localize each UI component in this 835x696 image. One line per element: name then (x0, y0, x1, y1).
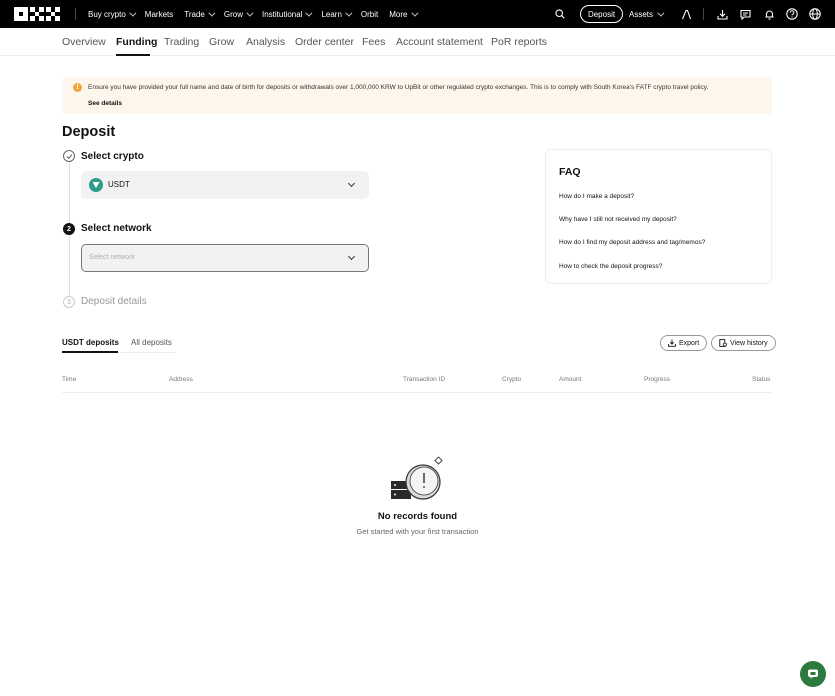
history-document-icon (719, 339, 727, 347)
empty-state-subtitle: Get started with your first transaction (356, 527, 479, 536)
nav-divider (75, 8, 76, 20)
tab-divider (118, 352, 176, 353)
active-tab-indicator (116, 54, 150, 56)
assets-label: Assets (629, 9, 654, 19)
nav-label: Markets (144, 9, 174, 19)
nav-label: More (389, 9, 408, 19)
chevron-down-icon (657, 9, 665, 17)
download-icon[interactable] (714, 0, 730, 28)
nav-label: Trade (184, 9, 205, 19)
column-time: Time (62, 376, 77, 383)
nav-trade[interactable]: Trade (184, 9, 216, 19)
view-history-button[interactable]: View history (711, 335, 776, 351)
table-header-divider (62, 392, 772, 393)
empty-records-illustration (391, 456, 443, 500)
column-crypto: Crypto (502, 376, 522, 383)
export-button[interactable]: Export (660, 335, 708, 351)
view-history-label: View history (730, 339, 768, 347)
step-connector (68, 235, 70, 296)
nav-orbit[interactable]: Orbit (361, 10, 378, 19)
profile-icon[interactable] (678, 0, 694, 28)
nav-label: Orbit (360, 9, 379, 19)
selected-crypto: USDT (108, 180, 130, 189)
travel-rule-notice: ! Ensure you have provided your full nam… (62, 77, 772, 114)
page-title: Deposit (62, 124, 116, 140)
deposit-button[interactable]: Deposit (580, 5, 623, 23)
tab-account-statement[interactable]: Account statement (396, 36, 483, 48)
tab-fees[interactable]: Fees (362, 36, 385, 48)
okx-logo[interactable] (14, 7, 60, 21)
active-tab-indicator (62, 351, 118, 353)
search-icon[interactable] (552, 0, 568, 28)
chevron-down-icon (129, 9, 137, 17)
nav-more[interactable]: More (389, 9, 418, 19)
message-icon[interactable] (737, 0, 753, 28)
step-number: 2 (63, 223, 75, 235)
tab-overview[interactable]: Overview (62, 36, 106, 48)
network-select[interactable]: Select network (81, 244, 369, 272)
nav-label: Institutional (261, 9, 303, 19)
nav-label: Grow (223, 9, 243, 19)
step-label-deposit-details: Deposit details (81, 296, 147, 307)
step-label-select-crypto: Select crypto (81, 151, 144, 162)
step-label-select-network: Select network (81, 223, 152, 234)
chevron-down-icon (345, 9, 353, 17)
tab-analysis[interactable]: Analysis (246, 36, 285, 48)
step-connector (68, 162, 70, 223)
bell-icon[interactable] (761, 0, 777, 28)
tab-por-reports[interactable]: PoR reports (491, 36, 547, 48)
tab-usdt-deposits[interactable]: USDT deposits (62, 338, 119, 347)
nav-buy-crypto[interactable]: Buy crypto (88, 9, 137, 19)
globe-icon[interactable] (807, 0, 823, 28)
chevron-down-icon (347, 252, 356, 261)
account-subnav: Overview Funding Trading Grow Analysis O… (0, 28, 835, 56)
nav-markets[interactable]: Markets (145, 10, 173, 19)
nav-divider (703, 8, 704, 20)
chevron-down-icon (305, 9, 313, 17)
step-complete-check-icon (63, 150, 75, 162)
tab-order-center[interactable]: Order center (295, 36, 354, 48)
faq-title: FAQ (559, 166, 581, 178)
export-label: Export (679, 339, 700, 347)
column-transaction-id: Transaction ID (403, 376, 446, 383)
faq-link[interactable]: Why have I still not received my deposit… (559, 216, 677, 223)
tab-funding[interactable]: Funding (116, 36, 157, 48)
nav-grow[interactable]: Grow (223, 9, 254, 19)
column-amount: Amount (559, 376, 582, 383)
empty-state-title: No records found (377, 511, 458, 522)
warning-icon: ! (73, 83, 82, 92)
chevron-down-icon (410, 9, 418, 17)
see-details-link[interactable]: See details (88, 100, 122, 107)
nav-learn[interactable]: Learn (321, 9, 353, 19)
nav-institutional[interactable]: Institutional (261, 9, 313, 19)
nav-label: Buy crypto (88, 9, 126, 19)
notice-text: Ensure you have provided your full name … (88, 84, 709, 91)
network-placeholder: Select network (89, 254, 135, 261)
top-navigation-bar: Buy crypto Markets Trade Grow Institutio… (0, 0, 835, 28)
step-number: 3 (63, 296, 75, 308)
tab-all-deposits[interactable]: All deposits (131, 338, 172, 347)
faq-link[interactable]: How to check the deposit progress? (559, 263, 662, 270)
chevron-down-icon (208, 9, 216, 17)
nav-label: Learn (321, 9, 342, 19)
faq-link[interactable]: How do I find my deposit address and tag… (559, 239, 705, 246)
column-status: Status (752, 376, 771, 383)
usdt-coin-icon (89, 178, 103, 192)
crypto-select[interactable]: USDT (81, 171, 369, 199)
main-menu: Buy crypto Markets Trade Grow Institutio… (88, 0, 427, 28)
chat-icon (808, 669, 818, 679)
column-address: Address (169, 376, 193, 383)
support-chat-button[interactable] (800, 661, 826, 687)
tab-trading[interactable]: Trading (164, 36, 199, 48)
faq-link[interactable]: How do I make a deposit? (559, 193, 634, 200)
chevron-down-icon (246, 9, 254, 17)
faq-panel: FAQ How do I make a deposit? Why have I … (545, 149, 772, 284)
tab-grow[interactable]: Grow (209, 36, 234, 48)
column-progress: Progress (644, 376, 671, 383)
help-icon[interactable] (784, 0, 800, 28)
assets-menu[interactable]: Assets (629, 0, 665, 28)
download-icon (668, 339, 676, 347)
chevron-down-icon (347, 179, 356, 188)
